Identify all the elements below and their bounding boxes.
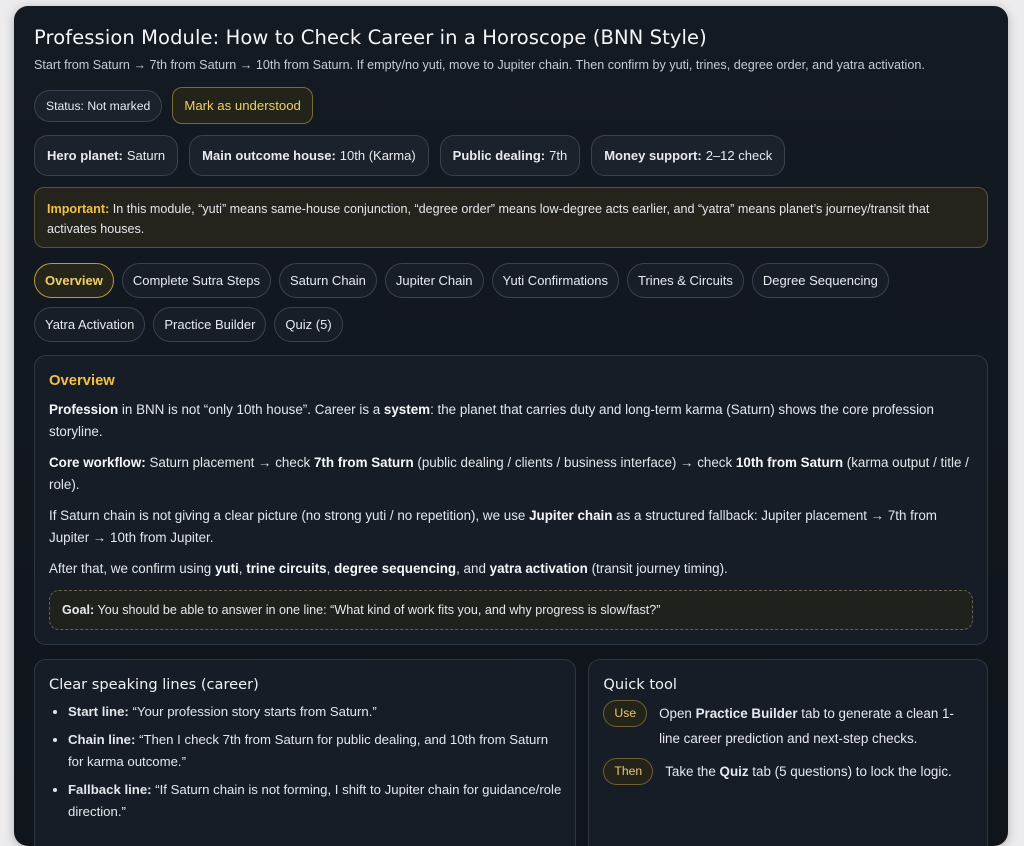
- speaking-lines-list: Start line: “Your profession story start…: [49, 701, 561, 823]
- quick-tool-text: Open Practice Builder tab to generate a …: [659, 701, 973, 751]
- quick-tool-text: Take the Quiz tab (5 questions) to lock …: [665, 759, 952, 784]
- list-item: Start line: “Your profession story start…: [68, 701, 561, 723]
- tab-trines-circuits[interactable]: Trines & Circuits: [627, 263, 744, 298]
- text: tab (5 questions) to lock the logic.: [749, 764, 952, 779]
- list-item: Chain line: “Then I check 7th from Satur…: [68, 729, 561, 773]
- fact-money-support: Money support: 2–12 check: [591, 135, 785, 176]
- bottom-cards: Clear speaking lines (career) Start line…: [34, 659, 988, 846]
- overview-paragraph-confirm: After that, we confirm using yuti, trine…: [49, 558, 973, 580]
- speaking-lines-card: Clear speaking lines (career) Start line…: [34, 659, 576, 846]
- tab-yatra-activation[interactable]: Yatra Activation: [34, 307, 145, 342]
- fact-main-outcome-house: Main outcome house: 10th (Karma): [189, 135, 429, 176]
- overview-panel: Overview Profession in BNN is not “only …: [34, 355, 988, 645]
- bold-text: Core workflow:: [49, 455, 146, 470]
- important-text: In this module, “yuti” means same-house …: [47, 202, 929, 236]
- goal-text: You should be able to answer in one line…: [94, 603, 660, 617]
- fact-key: Main outcome house:: [202, 148, 336, 163]
- tab-practice-builder[interactable]: Practice Builder: [153, 307, 266, 342]
- use-badge: Use: [603, 700, 647, 727]
- page-subtitle: Start from Saturn → 7th from Saturn → 10…: [34, 58, 988, 72]
- line-label: Chain line:: [68, 732, 135, 747]
- overview-paragraph-workflow: Core workflow: Saturn placement → check …: [49, 452, 973, 495]
- mark-understood-button[interactable]: Mark as understood: [172, 87, 313, 124]
- fact-value: 7th: [549, 148, 567, 163]
- text: in BNN is not “only 10th house”. Career …: [118, 402, 384, 417]
- text: If Saturn chain is not giving a clear pi…: [49, 508, 529, 523]
- overview-title: Overview: [49, 373, 973, 389]
- bold-text: Practice Builder: [696, 706, 798, 721]
- quick-tool-title: Quick tool: [603, 676, 973, 693]
- important-note: Important: In this module, “yuti” means …: [34, 187, 988, 248]
- facts-row: Hero planet: Saturn Main outcome house: 10…: [34, 135, 988, 176]
- bold-text: 10th from Saturn: [736, 455, 843, 470]
- overview-paragraph-profession: Profession in BNN is not “only 10th hous…: [49, 399, 973, 442]
- quick-tool-card: Quick tool Use Open Practice Builder tab…: [588, 659, 988, 846]
- text: After that, we confirm using: [49, 561, 215, 576]
- text: (transit journey timing).: [588, 561, 728, 576]
- goal-box: Goal: You should be able to answer in on…: [49, 590, 973, 630]
- bold-text: trine circuits: [246, 561, 326, 576]
- bold-text: Profession: [49, 402, 118, 417]
- tab-degree-sequencing[interactable]: Degree Sequencing: [752, 263, 889, 298]
- tab-quiz[interactable]: Quiz (5): [274, 307, 342, 342]
- text: Open: [659, 706, 695, 721]
- quick-tool-row-use: Use Open Practice Builder tab to generat…: [603, 701, 973, 751]
- bold-text: yatra activation: [490, 561, 588, 576]
- module-window: Profession Module: How to Check Career i…: [14, 6, 1008, 846]
- tab-yuti-confirmations[interactable]: Yuti Confirmations: [492, 263, 620, 298]
- line-text: “Your profession story starts from Satur…: [129, 704, 377, 719]
- fact-key: Money support:: [604, 148, 702, 163]
- fact-hero-planet: Hero planet: Saturn: [34, 135, 178, 176]
- overview-paragraph-fallback: If Saturn chain is not giving a clear pi…: [49, 505, 973, 548]
- list-item: Fallback line: “If Saturn chain is not f…: [68, 779, 561, 823]
- quick-tool-row-then: Then Take the Quiz tab (5 questions) to …: [603, 759, 973, 785]
- tab-bar: Overview Complete Sutra Steps Saturn Cha…: [34, 263, 914, 342]
- fact-key: Public dealing:: [453, 148, 545, 163]
- then-badge: Then: [603, 758, 653, 785]
- page-title: Profession Module: How to Check Career i…: [34, 26, 988, 49]
- text: (public dealing / clients / business int…: [414, 455, 736, 470]
- bold-text: 7th from Saturn: [314, 455, 414, 470]
- text: ,: [327, 561, 334, 576]
- text: Take the: [665, 764, 719, 779]
- bold-text: degree sequencing: [334, 561, 456, 576]
- goal-label: Goal:: [62, 603, 94, 617]
- line-label: Fallback line:: [68, 782, 152, 797]
- speaking-lines-title: Clear speaking lines (career): [49, 676, 561, 693]
- fact-key: Hero planet:: [47, 148, 123, 163]
- tab-jupiter-chain[interactable]: Jupiter Chain: [385, 263, 484, 298]
- bold-text: Quiz: [720, 764, 749, 779]
- fact-public-dealing: Public dealing: 7th: [440, 135, 581, 176]
- bold-text: system: [384, 402, 430, 417]
- text: , and: [456, 561, 490, 576]
- fact-value: 2–12 check: [706, 148, 773, 163]
- tab-complete-sutra-steps[interactable]: Complete Sutra Steps: [122, 263, 271, 298]
- bold-text: yuti: [215, 561, 239, 576]
- status-row: Status: Not marked Mark as understood: [34, 87, 988, 124]
- fact-value: Saturn: [127, 148, 165, 163]
- line-label: Start line:: [68, 704, 129, 719]
- tab-overview[interactable]: Overview: [34, 263, 114, 298]
- text: Saturn placement → check: [146, 455, 314, 470]
- important-label: Important:: [47, 202, 109, 216]
- status-badge: Status: Not marked: [34, 90, 162, 122]
- fact-value: 10th (Karma): [340, 148, 416, 163]
- line-text: “Then I check 7th from Saturn for public…: [68, 732, 548, 769]
- bold-text: Jupiter chain: [529, 508, 612, 523]
- tab-saturn-chain[interactable]: Saturn Chain: [279, 263, 377, 298]
